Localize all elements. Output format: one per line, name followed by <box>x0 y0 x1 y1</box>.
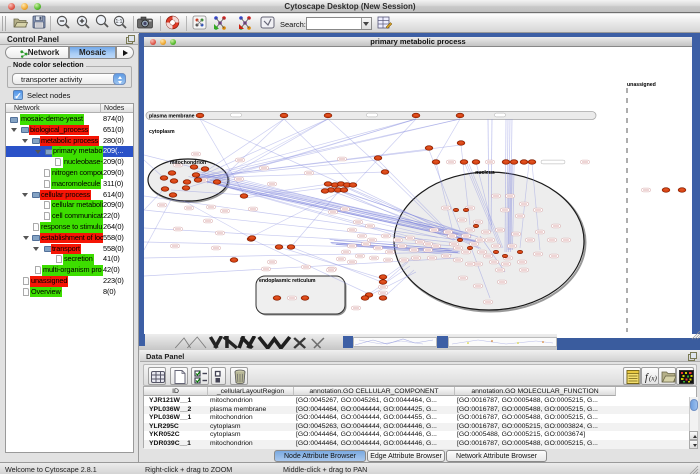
svg-text:nucleus: nucleus <box>475 170 495 176</box>
svg-text:unassigned: unassigned <box>627 82 656 88</box>
svg-text:1:1: 1:1 <box>116 19 123 25</box>
svg-text:plasma membrane: plasma membrane <box>149 114 195 120</box>
svg-text:endoplasmic reticulum: endoplasmic reticulum <box>259 278 316 284</box>
svg-text:(x): (x) <box>649 374 657 382</box>
svg-text:cytoplasm: cytoplasm <box>149 129 175 135</box>
svg-text:mitochondrion: mitochondrion <box>170 160 206 166</box>
